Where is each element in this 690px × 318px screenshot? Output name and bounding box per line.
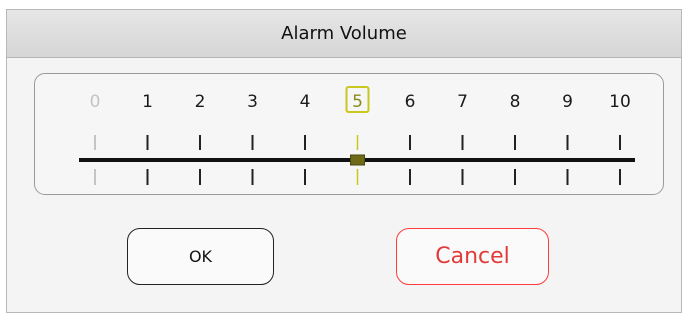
- cancel-button-label: Cancel: [435, 244, 510, 269]
- slider-tick-label[interactable]: 7: [457, 92, 468, 112]
- slider-tick-label[interactable]: 4: [300, 92, 311, 112]
- slider-tick-label[interactable]: 5: [352, 92, 363, 112]
- slider-handle[interactable]: [350, 154, 365, 166]
- slider-tick-label[interactable]: 2: [195, 92, 206, 112]
- slider-tick-label[interactable]: 10: [609, 92, 631, 112]
- slider-tick-label[interactable]: 9: [562, 92, 573, 112]
- volume-slider-panel: 0 1 2 3 4 5 6 7 8 9 10: [34, 73, 664, 195]
- volume-slider[interactable]: 0 1 2 3 4 5 6 7 8 9 10: [35, 74, 665, 196]
- dialog-title-bar: Alarm Volume: [7, 10, 681, 58]
- slider-tick-label[interactable]: 0: [90, 92, 101, 112]
- slider-tick-label[interactable]: 1: [142, 92, 153, 112]
- slider-tick-label[interactable]: 6: [405, 92, 416, 112]
- cancel-button[interactable]: Cancel: [396, 228, 549, 285]
- ok-button[interactable]: OK: [127, 228, 274, 285]
- slider-tick-label[interactable]: 3: [247, 92, 258, 112]
- ok-button-label: OK: [188, 247, 213, 266]
- slider-tick-label[interactable]: 8: [510, 92, 521, 112]
- dialog-title: Alarm Volume: [281, 23, 407, 44]
